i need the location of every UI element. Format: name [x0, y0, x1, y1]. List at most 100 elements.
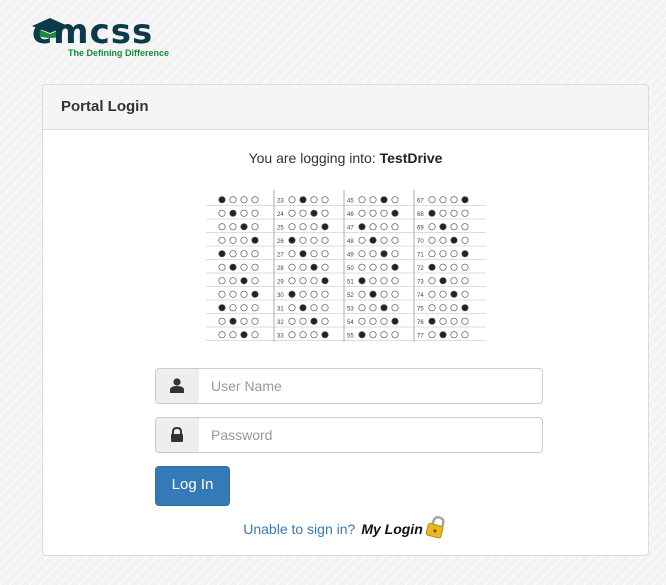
answer-bubble: [369, 223, 377, 231]
answer-bubble: [369, 304, 377, 312]
answer-bubble: [229, 290, 237, 298]
sheet-row-number: 74: [417, 293, 424, 299]
answer-bubble: [450, 331, 458, 339]
answer-bubble: [391, 317, 399, 325]
answer-bubble: [321, 317, 329, 325]
answer-bubble: [450, 250, 458, 258]
answer-bubble: [218, 331, 226, 339]
answer-bubble: [391, 277, 399, 285]
answer-bubble: [251, 290, 259, 298]
answer-bubble: [391, 290, 399, 298]
login-button[interactable]: Log In: [155, 466, 230, 506]
answer-bubble: [251, 331, 259, 339]
answer-bubble: [358, 263, 366, 271]
sheet-row-number: 70: [417, 239, 424, 245]
sheet-row-number: 45: [347, 198, 354, 204]
answer-bubble: [251, 250, 259, 258]
answer-bubble: [218, 236, 226, 244]
answer-bubble: [251, 196, 259, 204]
login-target-prefix: You are logging into:: [248, 150, 376, 166]
answer-bubble: [251, 223, 259, 231]
answer-bubble: [380, 290, 388, 298]
answer-bubble: [321, 263, 329, 271]
answer-bubble: [288, 236, 296, 244]
answer-bubble: [321, 331, 329, 339]
answer-bubble: [288, 277, 296, 285]
answer-bubble: [321, 236, 329, 244]
username-input[interactable]: [199, 368, 543, 404]
answer-bubble: [229, 209, 237, 217]
answer-bubble: [251, 209, 259, 217]
answer-bubble: [461, 263, 469, 271]
answer-bubble: [288, 196, 296, 204]
login-target-name: TestDrive: [379, 150, 443, 166]
answer-bubble: [321, 277, 329, 285]
answer-bubble: [380, 250, 388, 258]
gold-padlock-icon[interactable]: [424, 515, 448, 539]
sheet-row-number: 23: [277, 198, 284, 204]
answer-bubble: [461, 223, 469, 231]
sheet-row-number: 51: [347, 279, 354, 285]
password-group: [155, 417, 544, 453]
answer-bubble: [310, 236, 318, 244]
answer-bubble: [310, 263, 318, 271]
answer-bubble: [240, 263, 248, 271]
sheet-row-number: 73: [417, 279, 424, 285]
sheet-row-number: 25: [277, 225, 284, 231]
password-input[interactable]: [199, 417, 543, 453]
answer-bubble: [218, 263, 226, 271]
sheet-row-number: 32: [277, 320, 284, 326]
sheet-row-number: 71: [417, 252, 424, 258]
answer-bubble: [218, 317, 226, 325]
answer-bubble: [461, 317, 469, 325]
sheet-row-number: 27: [277, 252, 284, 258]
answer-bubble: [288, 290, 296, 298]
answer-bubble: [321, 304, 329, 312]
sheet-row-number: 46: [347, 212, 354, 218]
answer-bubble: [229, 236, 237, 244]
answer-bubble: [428, 317, 436, 325]
answer-bubble: [369, 196, 377, 204]
answer-bubble: [439, 223, 447, 231]
sheet-row-number: 26: [277, 239, 284, 245]
answer-bubble: [391, 209, 399, 217]
panel-heading: Portal Login: [43, 85, 648, 130]
answer-bubble: [369, 209, 377, 217]
user-icon: [170, 378, 184, 393]
answer-bubble: [450, 223, 458, 231]
answer-bubble: [310, 209, 318, 217]
answer-bubble: [358, 304, 366, 312]
answer-bubble: [310, 304, 318, 312]
answer-bubble: [439, 331, 447, 339]
answer-bubble: [450, 236, 458, 244]
answer-bubble: [321, 196, 329, 204]
answer-bubble: [240, 304, 248, 312]
answer-bubble: [288, 209, 296, 217]
answer-bubble: [288, 263, 296, 271]
answer-bubble: [288, 317, 296, 325]
answer-bubble: [369, 331, 377, 339]
my-login-link[interactable]: My Login: [361, 521, 422, 537]
answer-bubble: [380, 317, 388, 325]
sheet-row-number: 33: [277, 333, 284, 339]
answer-bubble: [461, 277, 469, 285]
unable-to-sign-in-link[interactable]: Unable to sign in?: [243, 521, 355, 537]
answer-bubble: [358, 209, 366, 217]
answer-bubble: [299, 196, 307, 204]
answer-bubble: [391, 331, 399, 339]
logo: cmcss The Defining Difference: [30, 12, 180, 62]
username-group: [155, 368, 544, 404]
answer-bubble: [299, 223, 307, 231]
answer-bubble: [391, 250, 399, 258]
answer-bubble: [391, 304, 399, 312]
answer-bubble: [251, 277, 259, 285]
answer-bubble: [450, 290, 458, 298]
answer-bubble: [380, 304, 388, 312]
answer-bubble: [369, 277, 377, 285]
sheet-row-number: 47: [347, 225, 354, 231]
answer-bubble: [229, 317, 237, 325]
answer-bubble: [450, 317, 458, 325]
answer-bubble: [428, 250, 436, 258]
answer-bubble: [428, 236, 436, 244]
answer-bubble: [450, 209, 458, 217]
